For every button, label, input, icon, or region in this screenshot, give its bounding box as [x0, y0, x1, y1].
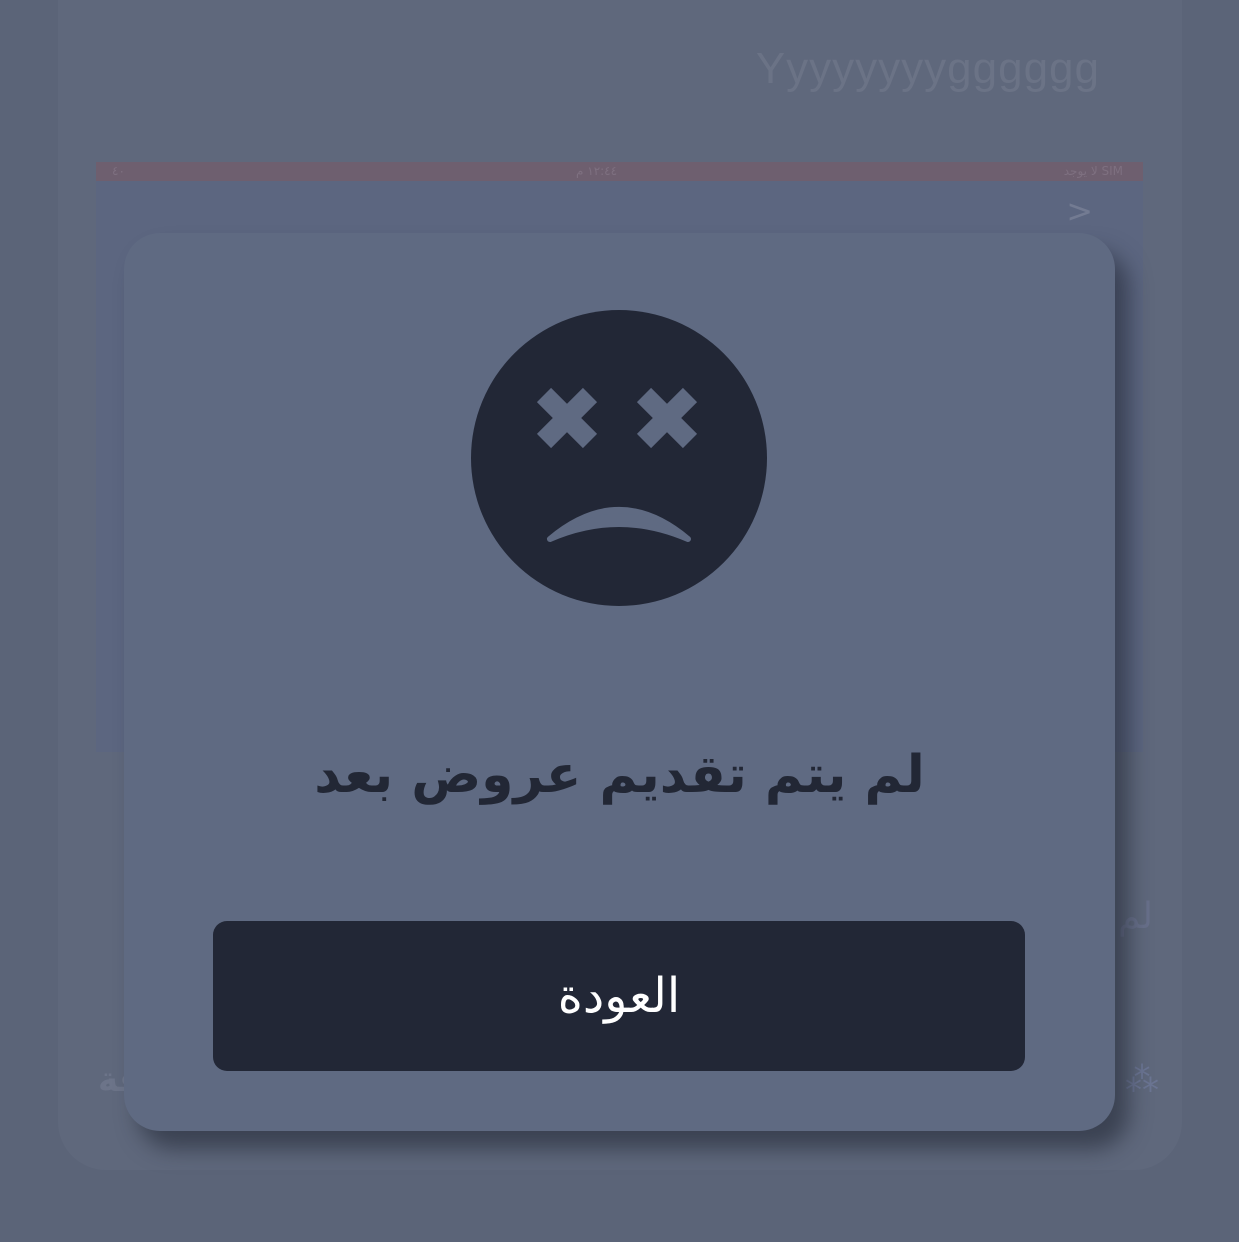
status-battery: ٤٠	[112, 164, 125, 178]
chevron-right-icon: >	[1066, 192, 1093, 230]
people-icon: ⁂	[1125, 1060, 1159, 1100]
status-carrier: لا يوجد SIM	[1063, 164, 1123, 178]
back-button-label: العودة	[557, 968, 681, 1024]
status-bar: ٤٠ ١٢:٤٤ م لا يوجد SIM	[96, 162, 1143, 181]
empty-state-message: لم يتم تقديم عروض بعد	[314, 745, 925, 805]
background-side-text: لم	[1118, 896, 1153, 937]
back-button[interactable]: العودة	[213, 921, 1025, 1071]
background-title: Yyyyyyyygggggg	[755, 44, 1100, 93]
sad-face-icon	[471, 310, 767, 606]
status-time: ١٢:٤٤ م	[576, 164, 618, 178]
empty-offers-dialog: لم يتم تقديم عروض بعد العودة	[124, 233, 1115, 1131]
